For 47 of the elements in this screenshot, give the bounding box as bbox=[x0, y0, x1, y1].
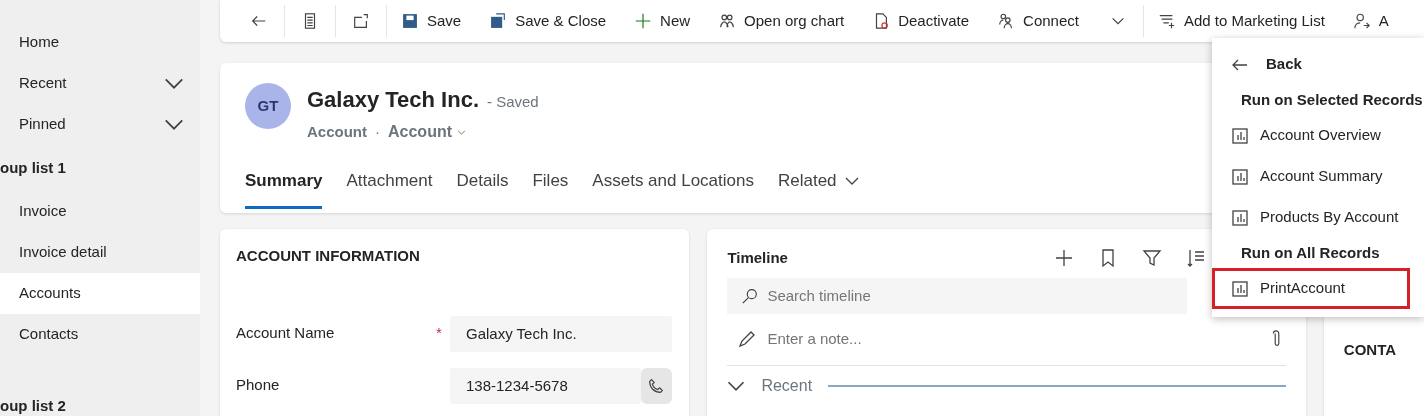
nav-item[interactable]: Home bbox=[0, 22, 200, 63]
nav-item[interactable]: Contacts bbox=[0, 314, 200, 355]
required-mark: * bbox=[436, 323, 443, 344]
toolbar-button[interactable]: Connect bbox=[983, 5, 1093, 37]
menu-item[interactable]: Account Summary bbox=[1212, 156, 1424, 197]
input-field[interactable]: 138-1234-5678 bbox=[450, 367, 641, 404]
toolbar-button[interactable]: New bbox=[620, 5, 705, 37]
toolbar-button[interactable]: Save bbox=[387, 5, 476, 37]
save-status: - Saved bbox=[487, 92, 539, 112]
section-title: ACCOUNT INFORMATION bbox=[236, 246, 421, 266]
nav-item[interactable]: Invoice bbox=[0, 191, 200, 232]
group-heading: oup list 2 bbox=[0, 395, 66, 416]
avatar: GT bbox=[245, 83, 291, 129]
form-selector[interactable]: Account bbox=[388, 120, 467, 144]
tab[interactable]: Files bbox=[532, 168, 569, 209]
search-field[interactable]: Search timeline bbox=[727, 277, 1188, 314]
group-heading: oup list 1 bbox=[0, 157, 66, 178]
back-button[interactable]: Back bbox=[1212, 44, 1424, 85]
section-title: Timeline bbox=[727, 248, 788, 268]
field-label: Phone bbox=[236, 375, 281, 396]
toolbar-button[interactable]: Add to Marketing List bbox=[1143, 5, 1339, 37]
entity-name: Account bbox=[307, 121, 367, 142]
toolbar-button[interactable]: Save & Close bbox=[475, 5, 621, 37]
nav-item[interactable]: Recent bbox=[0, 63, 200, 104]
menu-heading: Run on Selected Records bbox=[1240, 89, 1424, 110]
tab[interactable]: Related bbox=[777, 168, 859, 209]
section-title: CONTA bbox=[1343, 340, 1397, 360]
tab[interactable]: Attachment bbox=[346, 168, 433, 209]
nav-item[interactable]: Accounts bbox=[0, 273, 200, 314]
tab[interactable]: Summary bbox=[245, 168, 323, 209]
menu-item[interactable]: PrintAccount bbox=[1212, 268, 1410, 309]
nav-item[interactable]: Pinned bbox=[0, 104, 200, 145]
separator-dot: · bbox=[375, 121, 380, 142]
note-field[interactable]: Enter a note... bbox=[765, 326, 1260, 352]
section-toggle[interactable]: Recent bbox=[727, 373, 813, 398]
toolbar-button[interactable]: A bbox=[1338, 5, 1403, 37]
input-field[interactable]: Galaxy Tech Inc. bbox=[450, 315, 672, 352]
record-title: Galaxy Tech Inc. bbox=[307, 86, 479, 114]
nav-item[interactable]: Invoice detail bbox=[0, 232, 200, 273]
toolbar-button[interactable]: Deactivate bbox=[858, 5, 984, 37]
menu-item[interactable]: Products By Account bbox=[1212, 197, 1424, 238]
menu-heading: Run on All Records bbox=[1240, 242, 1381, 263]
tab[interactable]: Assets and Locations bbox=[592, 168, 754, 209]
tab[interactable]: Details bbox=[456, 168, 509, 209]
field-label: Account Name bbox=[236, 323, 336, 344]
menu-item[interactable]: Account Overview bbox=[1212, 115, 1424, 156]
toolbar-button[interactable]: Open org chart bbox=[704, 5, 859, 37]
